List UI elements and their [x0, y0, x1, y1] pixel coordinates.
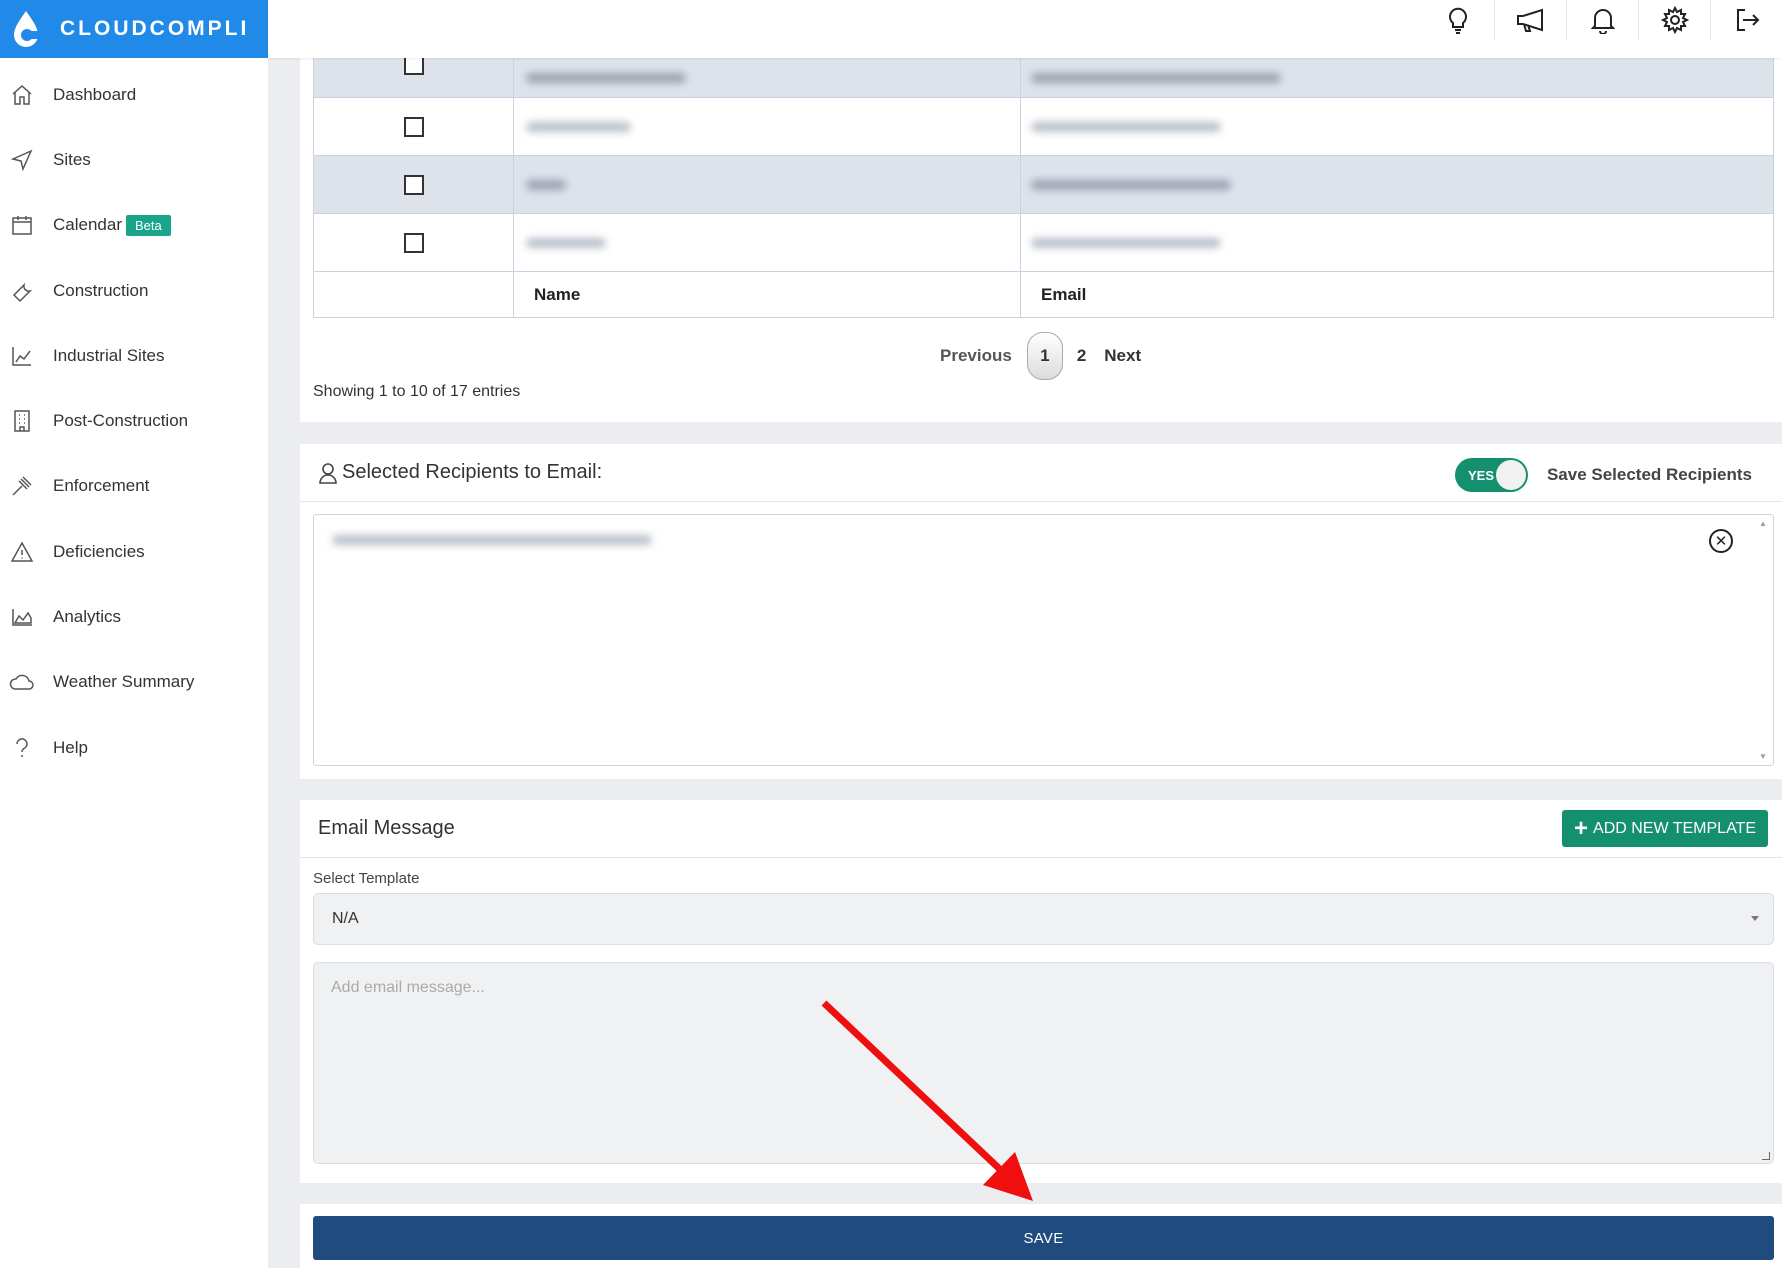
row-checkbox[interactable] — [403, 174, 424, 195]
sidebar-item-post-construction[interactable]: Post-Construction — [0, 388, 268, 453]
recipients-card: Selected Recipients to Email: YES Save S… — [300, 444, 1782, 779]
gear-icon[interactable] — [1638, 0, 1710, 40]
clear-recipients-icon[interactable]: ✕ — [1709, 529, 1733, 553]
sidebar-item-label: Post-Construction — [53, 411, 189, 431]
save-recipients-toggle[interactable]: YES — [1455, 458, 1528, 492]
previous-page-button[interactable]: Previous — [940, 346, 1012, 366]
add-template-label: ADD NEW TEMPLATE — [1593, 819, 1756, 837]
blurred-email — [1031, 72, 1281, 83]
droplet-logo-icon — [10, 9, 42, 49]
top-bar — [268, 0, 1782, 58]
email-message-placeholder: Add email message... — [331, 979, 485, 996]
home-icon — [8, 81, 36, 109]
sidebar-item-label: Deficiencies — [53, 541, 145, 561]
table-row[interactable] — [314, 58, 1773, 98]
calendar-icon — [8, 211, 36, 239]
sidebar-item-label: Dashboard — [53, 84, 137, 104]
users-table: Name Email — [313, 58, 1774, 318]
page-2-button[interactable]: 2 — [1077, 346, 1086, 366]
blurred-email — [1031, 121, 1221, 132]
column-header-name[interactable]: Name — [514, 272, 1021, 317]
table-row[interactable] — [314, 98, 1773, 156]
sidebar-item-label: Enforcement — [53, 476, 150, 496]
sidebar-item-label: Calendar — [53, 215, 122, 235]
sidebar-item-label: Sites — [53, 149, 91, 169]
template-select[interactable]: N/A — [313, 893, 1774, 945]
top-bar-actions — [1422, 0, 1782, 40]
sidebar-item-dashboard[interactable]: Dashboard — [0, 62, 268, 127]
plus-icon: + — [1574, 814, 1589, 842]
app-name: CLOUDCOMPLI — [60, 17, 250, 40]
sidebar-item-calendar[interactable]: Calendar Beta — [0, 193, 268, 258]
email-message-textarea[interactable]: Add email message... — [313, 962, 1774, 1164]
sidebar-item-analytics[interactable]: Analytics — [0, 584, 268, 649]
add-new-template-button[interactable]: + ADD NEW TEMPLATE — [1562, 810, 1768, 847]
toggle-state: YES — [1468, 468, 1495, 483]
blurred-name — [526, 121, 631, 132]
save-button[interactable]: SAVE — [313, 1216, 1774, 1260]
gavel-icon — [8, 472, 36, 500]
sidebar-item-label: Construction — [53, 280, 149, 300]
row-checkbox[interactable] — [403, 116, 424, 137]
megaphone-icon[interactable] — [1494, 0, 1566, 40]
blurred-email — [1031, 237, 1221, 248]
user-icon — [318, 462, 338, 484]
selected-recipients-box[interactable]: ✕ ▲ ▼ — [313, 514, 1774, 766]
scrollbar[interactable]: ▲ ▼ — [1759, 519, 1767, 761]
row-checkbox[interactable] — [403, 58, 424, 75]
beta-badge: Beta — [126, 214, 171, 236]
row-checkbox[interactable] — [403, 232, 424, 253]
sidebar-item-label: Analytics — [53, 607, 122, 627]
sidebar-item-construction[interactable]: Construction — [0, 258, 268, 323]
resize-handle-icon[interactable] — [1762, 1152, 1770, 1160]
area-chart-icon — [8, 603, 36, 631]
email-message-header: Email Message — [300, 800, 1782, 858]
toggle-knob — [1496, 460, 1526, 490]
save-recipients-label: Save Selected Recipients — [1546, 465, 1752, 484]
select-template-label: Select Template — [313, 870, 420, 887]
blurred-name — [526, 179, 566, 190]
factory-icon — [8, 342, 36, 370]
sidebar-item-deficiencies[interactable]: Deficiencies — [0, 519, 268, 584]
sidebar-item-industrial-sites[interactable]: Industrial Sites — [0, 323, 268, 388]
sidebar-item-label: Industrial Sites — [53, 345, 165, 365]
sidebar-item-sites[interactable]: Sites — [0, 127, 268, 192]
building-icon — [8, 407, 36, 435]
users-table-card: Name Email Previous 1 2 Next Showing 1 t… — [300, 0, 1782, 422]
caret-down-icon — [1751, 916, 1759, 921]
sidebar-item-enforcement[interactable]: Enforcement — [0, 454, 268, 519]
blurred-name — [526, 237, 606, 248]
table-footer-header: Name Email — [314, 272, 1773, 318]
bell-icon[interactable] — [1566, 0, 1638, 40]
sidebar-item-label: Weather Summary — [53, 672, 195, 692]
table-row[interactable] — [314, 156, 1773, 214]
email-message-title: Email Message — [318, 817, 455, 839]
table-info: Showing 1 to 10 of 17 entries — [313, 383, 521, 400]
save-card: SAVE — [300, 1204, 1782, 1268]
recipients-title: Selected Recipients to Email: — [342, 461, 603, 483]
lightbulb-icon[interactable] — [1422, 0, 1494, 40]
sidebar-item-help[interactable]: Help — [0, 715, 268, 780]
template-select-value: N/A — [332, 910, 359, 927]
next-page-button[interactable]: Next — [1104, 346, 1141, 366]
send-icon — [8, 146, 36, 174]
app-logo[interactable]: CLOUDCOMPLI — [0, 0, 268, 58]
cloud-icon — [8, 668, 36, 696]
page-1-button[interactable]: 1 — [1026, 332, 1063, 380]
wrench-icon — [8, 277, 36, 305]
blurred-email — [1031, 179, 1231, 190]
sidebar-nav: Dashboard Sites Calendar Beta Constructi… — [0, 58, 268, 780]
question-icon — [8, 734, 36, 762]
warning-icon — [8, 538, 36, 566]
sidebar-item-label: Help — [53, 737, 88, 757]
blurred-name — [526, 72, 686, 83]
sidebar: CLOUDCOMPLI Dashboard Sites Calendar Bet… — [0, 0, 268, 1268]
blurred-recipient-chip — [332, 535, 652, 545]
column-header-email[interactable]: Email — [1021, 272, 1773, 317]
sidebar-item-weather-summary[interactable]: Weather Summary — [0, 650, 268, 715]
pagination: Previous 1 2 Next — [940, 332, 1141, 380]
table-row[interactable] — [314, 214, 1773, 272]
logout-icon[interactable] — [1710, 0, 1782, 40]
email-message-card: Email Message + ADD NEW TEMPLATE Select … — [300, 800, 1782, 1183]
